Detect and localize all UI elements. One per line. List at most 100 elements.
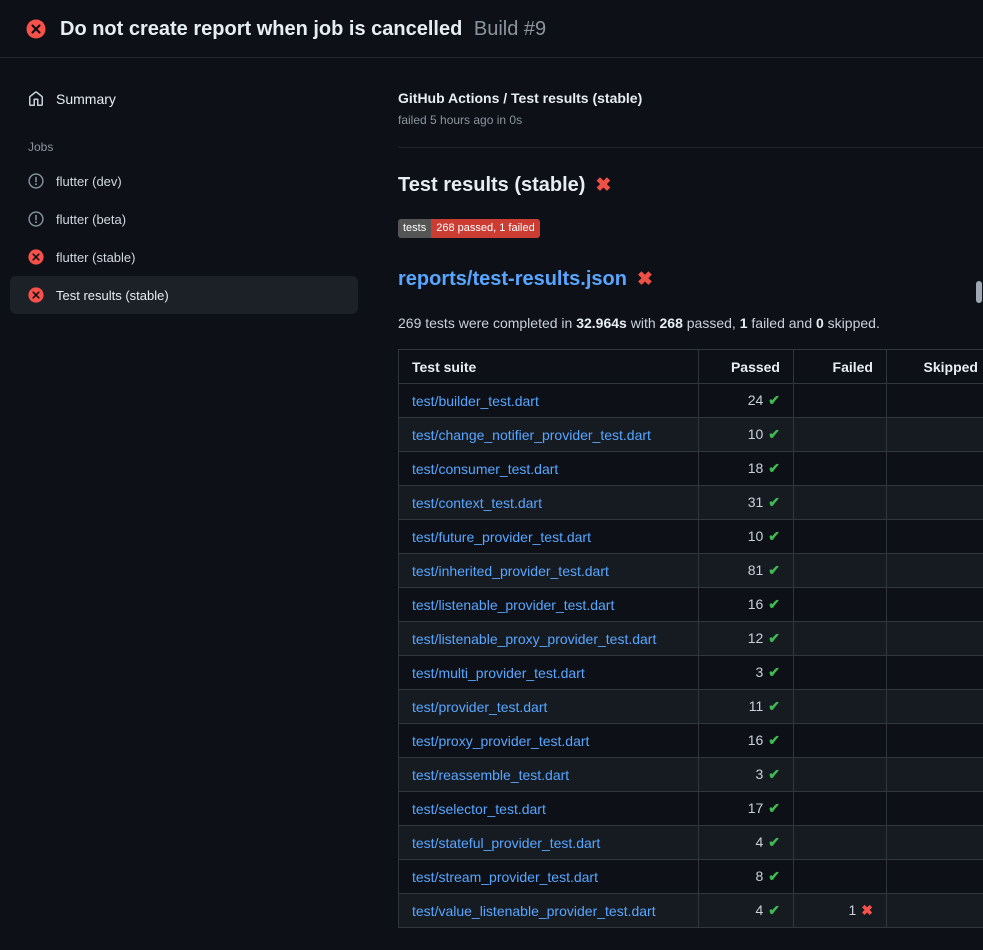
test-suite-link[interactable]: test/reassemble_test.dart: [412, 767, 569, 783]
check-icon: ✔: [768, 732, 780, 748]
table-row: test/proxy_provider_test.dart16✔359ms: [399, 724, 983, 758]
jobs-section-label: Jobs: [10, 118, 358, 162]
tests-badge: tests 268 passed, 1 failed: [398, 219, 540, 238]
test-suite-link[interactable]: test/selector_test.dart: [412, 801, 546, 817]
test-suite-link[interactable]: test/stream_provider_test.dart: [412, 869, 598, 885]
passed-cell: 16✔: [699, 588, 794, 622]
sidebar-item-summary[interactable]: Summary: [10, 80, 358, 118]
table-row: test/builder_test.dart24✔375ms: [399, 384, 983, 418]
suite-cell: test/change_notifier_provider_test.dart: [399, 418, 699, 452]
passed-count: 18: [748, 460, 764, 476]
alert-circle-icon: [28, 173, 44, 189]
sidebar: Summary Jobs flutter (dev) flutter (beta)…: [0, 58, 368, 314]
table-row: test/change_notifier_provider_test.dart1…: [399, 418, 983, 452]
skipped-cell: [887, 418, 983, 452]
table-row: test/listenable_proxy_provider_test.dart…: [399, 622, 983, 656]
passed-count: 8: [755, 868, 763, 884]
home-icon: [28, 91, 44, 107]
failed-cell: [794, 452, 887, 486]
failed-x-icon: ✖: [595, 174, 611, 197]
suite-cell: test/proxy_provider_test.dart: [399, 724, 699, 758]
failed-cell: [794, 588, 887, 622]
failed-cell: [794, 758, 887, 792]
test-suite-link[interactable]: test/value_listenable_provider_test.dart: [412, 903, 656, 919]
status-line: failed 5 hours ago in 0s: [398, 113, 983, 127]
job-label: flutter (beta): [56, 212, 126, 227]
summary-number: 1: [740, 315, 748, 331]
failed-cell: [794, 384, 887, 418]
table-row: test/provider_test.dart11✔291ms: [399, 690, 983, 724]
summary-label: Summary: [56, 91, 116, 107]
badge-row: tests 268 passed, 1 failed: [398, 197, 983, 238]
check-icon: ✔: [768, 630, 780, 646]
passed-cell: 24✔: [699, 384, 794, 418]
skipped-cell: [887, 588, 983, 622]
check-icon: ✔: [768, 868, 780, 884]
check-icon: ✔: [768, 460, 780, 476]
skipped-cell: [887, 554, 983, 588]
skipped-cell: [887, 860, 983, 894]
failed-count: 1: [848, 902, 856, 918]
skipped-cell: [887, 792, 983, 826]
skipped-cell: [887, 520, 983, 554]
passed-count: 81: [748, 562, 764, 578]
column-header: Skipped: [887, 350, 983, 384]
test-suite-link[interactable]: test/stateful_provider_test.dart: [412, 835, 600, 851]
passed-count: 16: [748, 732, 764, 748]
page-title: Do not create report when job is cancell…: [60, 17, 546, 41]
passed-count: 17: [748, 800, 764, 816]
test-suite-link[interactable]: test/listenable_provider_test.dart: [412, 597, 614, 613]
workflow-run-title: Do not create report when job is cancell…: [60, 18, 462, 40]
test-suite-link[interactable]: test/builder_test.dart: [412, 393, 539, 409]
test-suite-link[interactable]: test/consumer_test.dart: [412, 461, 558, 477]
check-run-header: Do not create report when job is cancell…: [0, 0, 983, 58]
sidebar-item-job[interactable]: Test results (stable): [10, 276, 358, 314]
failed-cell: [794, 622, 887, 656]
test-suite-link[interactable]: test/inherited_provider_test.dart: [412, 563, 609, 579]
scrollbar-thumb[interactable]: [976, 281, 982, 303]
failed-cell: [794, 554, 887, 588]
passed-count: 31: [748, 494, 764, 510]
passed-cell: 18✔: [699, 452, 794, 486]
build-number: Build #9: [474, 18, 546, 40]
suite-cell: test/consumer_test.dart: [399, 452, 699, 486]
passed-cell: 8✔: [699, 860, 794, 894]
test-suite-link[interactable]: test/context_test.dart: [412, 495, 542, 511]
skipped-cell: [887, 452, 983, 486]
test-suite-link[interactable]: test/change_notifier_provider_test.dart: [412, 427, 651, 443]
failed-status-icon: [26, 19, 46, 39]
report-link[interactable]: reports/test-results.json ✖: [398, 268, 983, 291]
table-header-row: Test suitePassedFailedSkippedTime: [399, 350, 983, 384]
failed-cell: [794, 792, 887, 826]
job-label: flutter (dev): [56, 174, 122, 189]
test-suite-link[interactable]: test/future_provider_test.dart: [412, 529, 591, 545]
check-icon: ✔: [768, 766, 780, 782]
passed-cell: 3✔: [699, 758, 794, 792]
job-label: flutter (stable): [56, 250, 135, 265]
passed-cell: 10✔: [699, 520, 794, 554]
passed-cell: 4✔: [699, 894, 794, 928]
failed-x-icon: ✖: [637, 268, 653, 291]
test-suite-link[interactable]: test/proxy_provider_test.dart: [412, 733, 589, 749]
test-suite-link[interactable]: test/provider_test.dart: [412, 699, 547, 715]
passed-cell: 11✔: [699, 690, 794, 724]
table-row: test/stream_provider_test.dart8✔259ms: [399, 860, 983, 894]
skipped-cell: [887, 690, 983, 724]
skipped-cell: [887, 384, 983, 418]
x-circle-icon: [28, 287, 44, 303]
column-header: Passed: [699, 350, 794, 384]
failed-cell: [794, 656, 887, 690]
passed-cell: 17✔: [699, 792, 794, 826]
sidebar-item-job[interactable]: flutter (dev): [10, 162, 358, 200]
failed-cell: [794, 860, 887, 894]
test-suite-link[interactable]: test/listenable_proxy_provider_test.dart: [412, 631, 656, 647]
passed-count: 11: [749, 698, 764, 714]
test-suite-link[interactable]: test/multi_provider_test.dart: [412, 665, 585, 681]
suite-cell: test/inherited_provider_test.dart: [399, 554, 699, 588]
passed-count: 24: [748, 392, 764, 408]
check-icon: ✔: [768, 698, 780, 714]
section-title-text: Test results (stable): [398, 174, 585, 197]
sidebar-item-job[interactable]: flutter (beta): [10, 200, 358, 238]
sidebar-item-job[interactable]: flutter (stable): [10, 238, 358, 276]
check-icon: ✔: [768, 392, 780, 408]
